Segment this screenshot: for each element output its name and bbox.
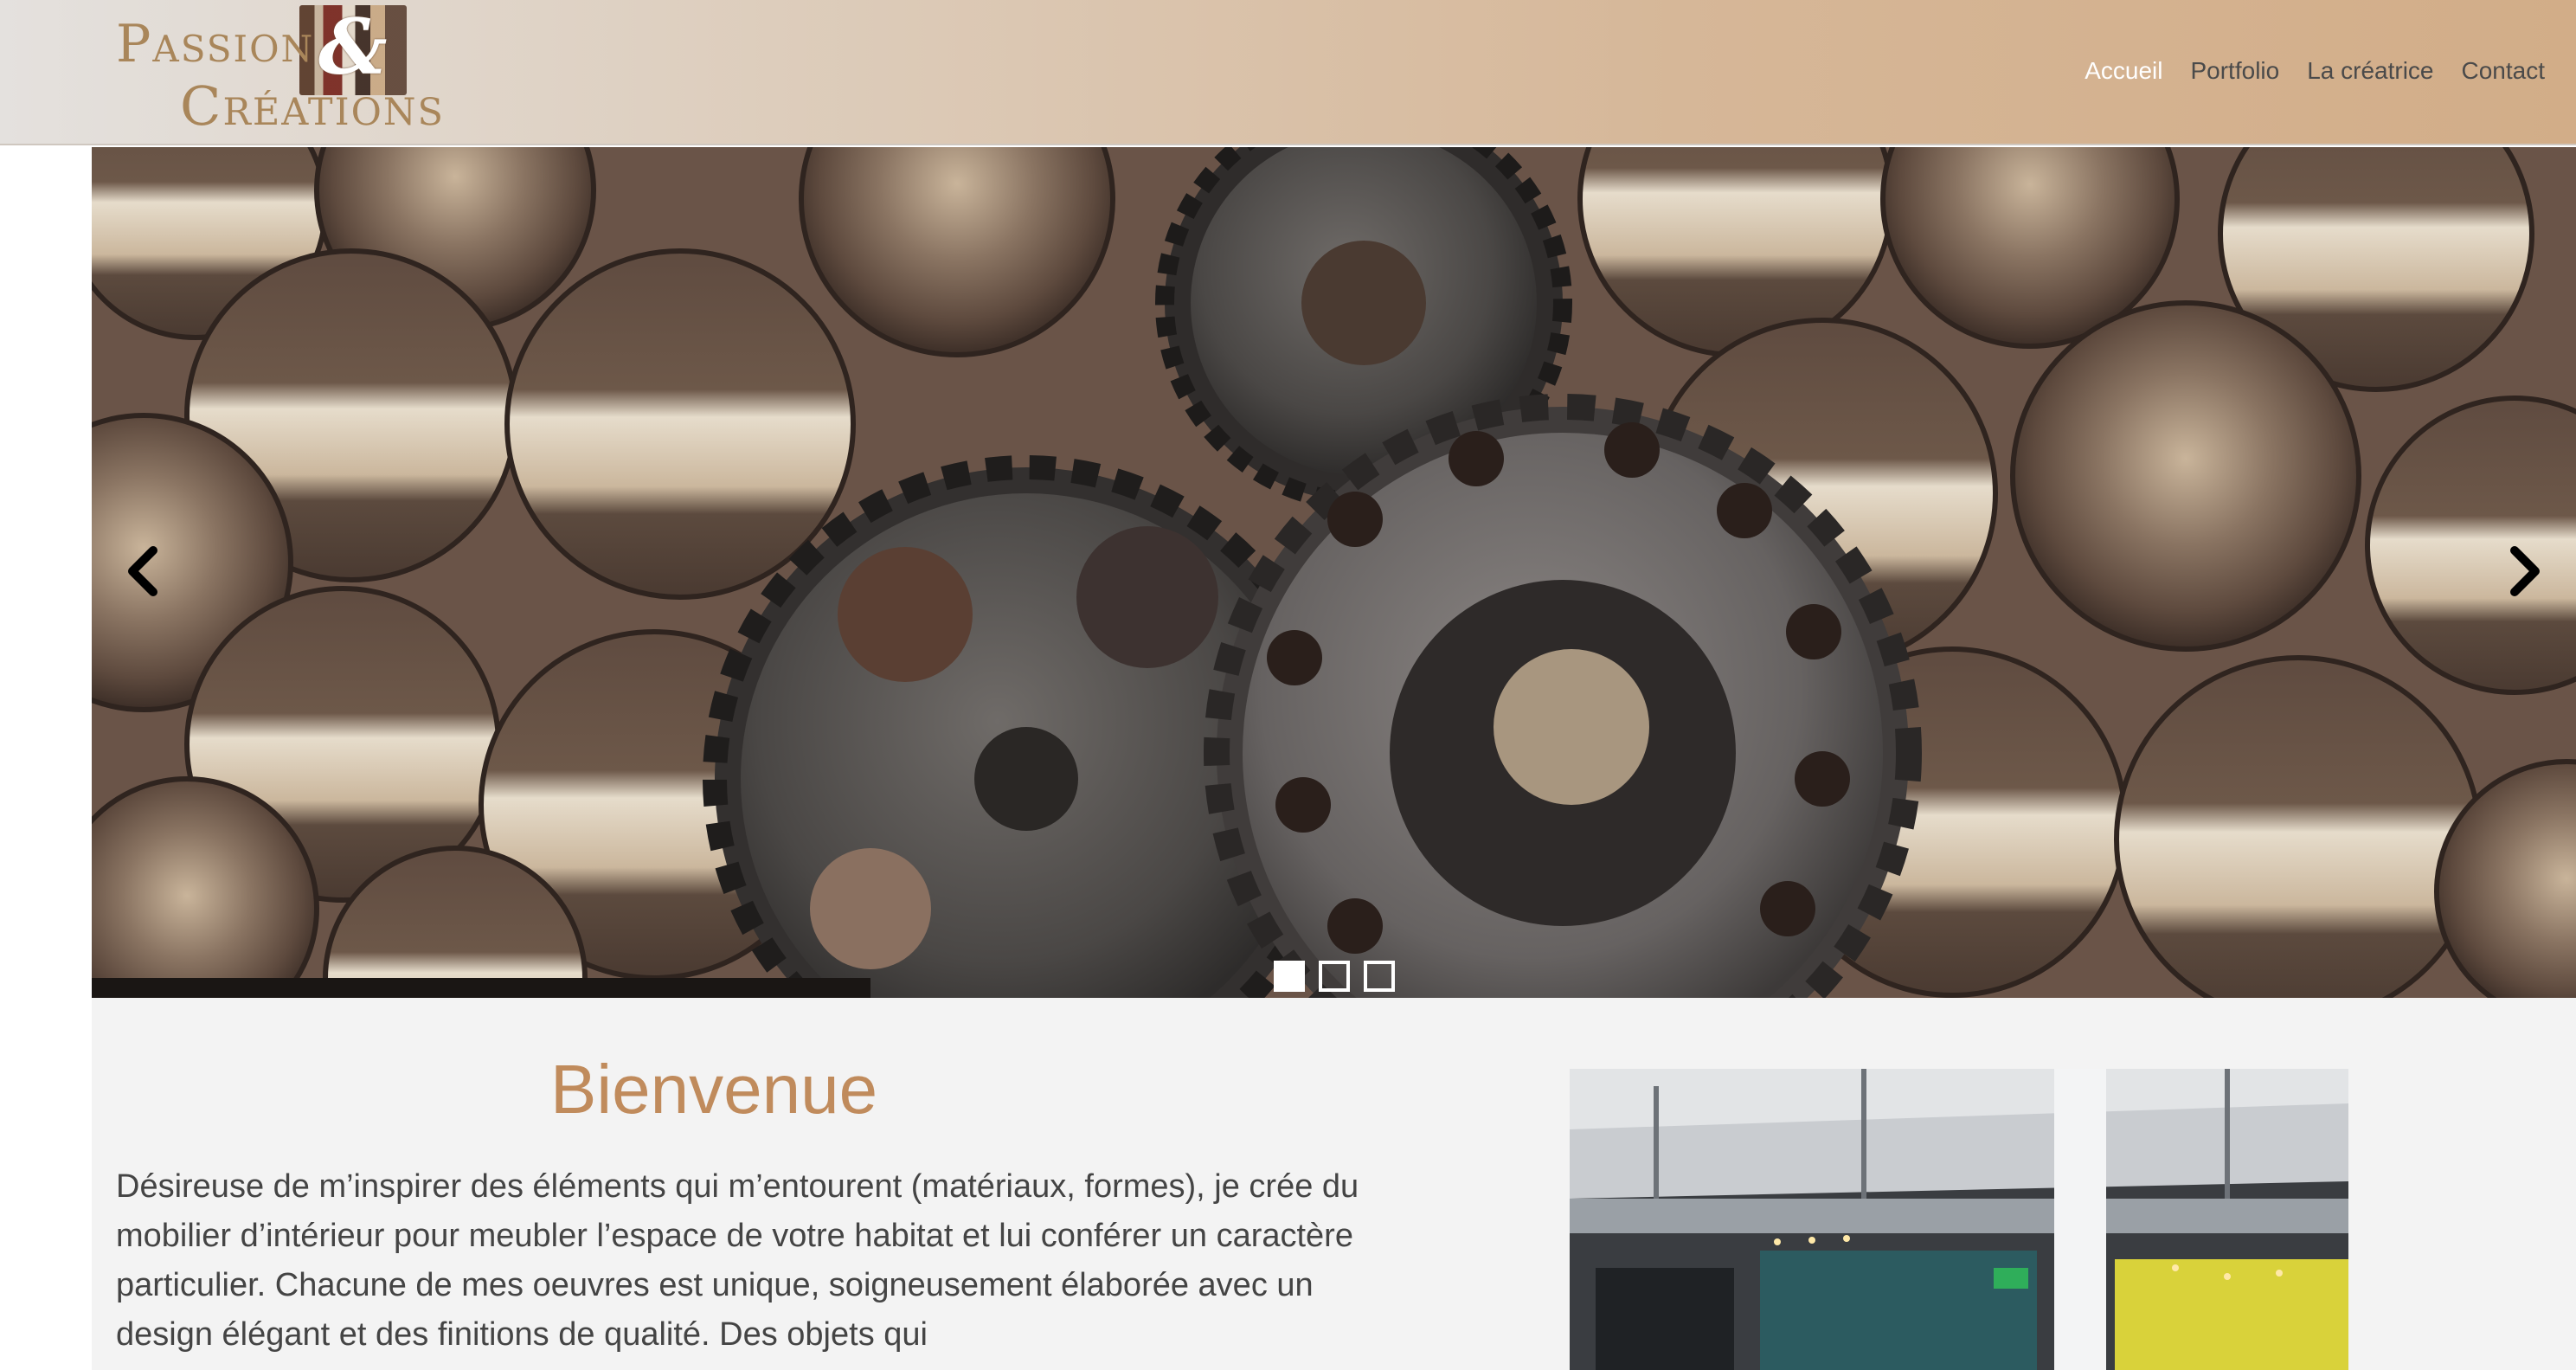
carousel-prev-button[interactable] xyxy=(112,537,173,606)
nav-item-la-creatrice[interactable]: La créatrice xyxy=(2307,57,2433,85)
welcome-title: Bienvenue xyxy=(550,1051,878,1128)
site-logo[interactable]: Passion & Créations xyxy=(111,2,474,142)
carousel-indicator-3[interactable] xyxy=(1364,961,1395,992)
site-header: Passion & Créations Accueil Portfolio La… xyxy=(0,0,2576,145)
logo-text-creations: Créations xyxy=(180,74,445,138)
welcome-section: Bienvenue Désireuse de m’inspirer des él… xyxy=(92,998,2576,1370)
hero-carousel xyxy=(92,147,2576,998)
chevron-right-icon xyxy=(2510,546,2540,596)
carousel-indicator-1[interactable] xyxy=(1274,961,1305,992)
showroom-photo xyxy=(1570,1069,2348,1370)
carousel-indicators xyxy=(1274,961,1395,992)
nav-item-portfolio[interactable]: Portfolio xyxy=(2190,57,2279,85)
logo-text-passion: Passion xyxy=(116,14,315,74)
nav-item-contact[interactable]: Contact xyxy=(2462,57,2546,85)
main-nav: Accueil Portfolio La créatrice Contact xyxy=(2085,57,2545,85)
nav-item-accueil[interactable]: Accueil xyxy=(2085,57,2162,85)
carousel-indicator-2[interactable] xyxy=(1319,961,1350,992)
welcome-text: Désireuse de m’inspirer des éléments qui… xyxy=(116,1168,1359,1353)
chevron-left-icon xyxy=(128,546,157,596)
carousel-slide-image xyxy=(92,147,2576,998)
carousel-next-button[interactable] xyxy=(2495,537,2555,606)
